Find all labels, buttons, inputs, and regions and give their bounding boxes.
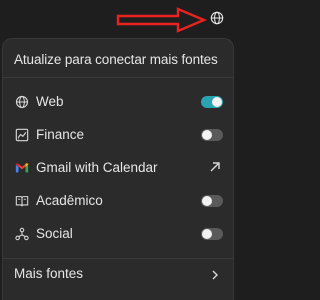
source-label: Finance <box>36 127 85 142</box>
source-label: Acadêmico <box>36 193 103 208</box>
divider <box>3 258 233 259</box>
social-toggle[interactable] <box>201 228 223 240</box>
gmail-icon <box>14 160 29 175</box>
annotation-arrow <box>116 7 208 33</box>
source-row-social[interactable]: Social <box>3 219 233 249</box>
globe-icon <box>210 11 224 25</box>
sources-panel: Atualize para conectar mais fontes Web F… <box>2 38 234 300</box>
more-sources-label: Mais fontes <box>14 266 84 281</box>
toggle-knob <box>202 229 212 239</box>
more-sources-button[interactable]: Mais fontes <box>3 263 233 289</box>
chevron-right-icon <box>212 270 218 280</box>
sources-globe-button[interactable] <box>206 7 228 29</box>
divider <box>3 77 233 78</box>
source-row-gmail[interactable]: Gmail with Calendar <box>3 153 233 183</box>
source-label: Web <box>36 94 64 109</box>
upgrade-message[interactable]: Atualize para conectar mais fontes <box>14 52 218 67</box>
network-icon <box>14 226 29 241</box>
toggle-knob <box>202 196 212 206</box>
source-row-web[interactable]: Web <box>3 87 233 117</box>
source-label: Gmail with Calendar <box>36 160 158 175</box>
web-toggle[interactable] <box>201 96 223 108</box>
source-label: Social <box>36 226 73 241</box>
toggle-knob <box>202 130 212 140</box>
book-icon <box>14 193 29 208</box>
chart-icon <box>14 127 29 142</box>
globe-icon <box>14 94 29 109</box>
source-row-finance[interactable]: Finance <box>3 120 233 150</box>
top-bar <box>0 0 238 34</box>
source-row-academico[interactable]: Acadêmico <box>3 186 233 216</box>
finance-toggle[interactable] <box>201 129 223 141</box>
academico-toggle[interactable] <box>201 195 223 207</box>
toggle-knob <box>212 97 222 107</box>
external-link-icon[interactable] <box>209 161 221 173</box>
